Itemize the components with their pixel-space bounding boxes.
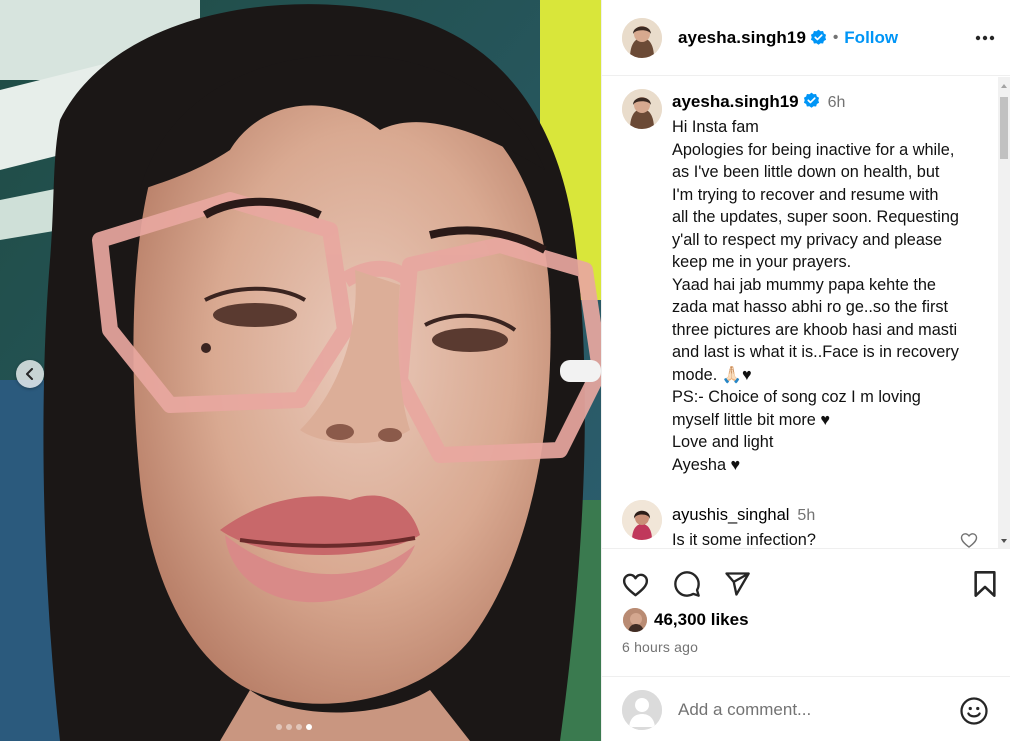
action-icons-row bbox=[622, 569, 998, 599]
caption-line: all the updates, super soon. Requesting bbox=[672, 208, 959, 226]
caption-line: y'all to respect my privacy and please bbox=[672, 230, 943, 249]
scroll-down-arrow-icon[interactable] bbox=[998, 536, 1010, 546]
carousel-dot bbox=[286, 724, 292, 730]
carousel-dot bbox=[276, 724, 282, 730]
heart-icon bbox=[622, 573, 648, 596]
add-comment-input[interactable] bbox=[678, 699, 948, 720]
comment-text: Is it some infection? bbox=[672, 531, 816, 548]
caption-line: keep me in your prayers. bbox=[672, 253, 852, 271]
comment-icon bbox=[674, 571, 700, 597]
caption-text: Hi Insta fam Apologies for being inactiv… bbox=[672, 116, 982, 476]
caption-line: Hi Insta fam bbox=[672, 118, 759, 136]
comment-time[interactable]: 5h bbox=[797, 507, 815, 524]
carousel-dot bbox=[296, 724, 302, 730]
post-caption: ayesha.singh19 6h Hi Insta fam Apologies… bbox=[622, 89, 982, 476]
current-user-avatar bbox=[622, 689, 662, 730]
comments-section[interactable]: ayesha.singh19 6h Hi Insta fam Apologies… bbox=[602, 77, 1010, 548]
caption-line: Ayesha ♥ bbox=[672, 455, 741, 474]
avatar-image bbox=[622, 17, 662, 58]
post-media[interactable] bbox=[0, 0, 601, 741]
post-header: ayesha.singh19 • Follow bbox=[602, 0, 1010, 76]
verified-badge-icon bbox=[803, 92, 819, 108]
caption-line: as I've been little down on health, but bbox=[672, 163, 940, 181]
comments-scrollbar[interactable] bbox=[998, 77, 1010, 548]
avatar-image bbox=[622, 89, 662, 129]
comment-body: ayushis_singhal 5h Is it some infection? bbox=[672, 500, 816, 548]
caption-line: I'm trying to recover and resume with bbox=[672, 185, 939, 204]
caption-header: ayesha.singh19 6h bbox=[672, 89, 982, 116]
caption-line: Apologies for being inactive for a while… bbox=[672, 140, 955, 159]
carousel-indicator bbox=[276, 724, 312, 730]
comment-item: ayushis_singhal 5h Is it some infection? bbox=[622, 500, 987, 548]
emoji-icon[interactable] bbox=[959, 696, 989, 726]
caption-line: three pictures are khoob hasi and masti bbox=[672, 320, 958, 339]
caption-line: PS:- Choice of song coz I m loving bbox=[672, 388, 921, 406]
caption-username[interactable]: ayesha.singh19 bbox=[672, 92, 799, 111]
post-panel: ayesha.singh19 • Follow ayesha.singh19 6… bbox=[601, 0, 1010, 741]
verified-badge-icon bbox=[810, 29, 827, 45]
chevron-left-icon bbox=[26, 368, 33, 380]
comment-username[interactable]: ayushis_singhal bbox=[672, 506, 789, 524]
caption-line: zada mat hasso abhi ro ge..so the first bbox=[672, 298, 949, 316]
header-separator: • bbox=[833, 29, 839, 46]
more-horizontal-icon bbox=[975, 35, 995, 41]
author-avatar[interactable] bbox=[622, 17, 662, 58]
caption-line: Love and light bbox=[672, 433, 774, 451]
caption-author-avatar[interactable] bbox=[622, 89, 662, 129]
bookmark-icon bbox=[974, 571, 996, 597]
add-comment-bar bbox=[602, 676, 1010, 741]
carousel-dot-active bbox=[306, 724, 312, 730]
follow-button[interactable]: Follow bbox=[844, 28, 898, 48]
likes-row[interactable]: 46,300 likes bbox=[622, 607, 749, 633]
avatar-image bbox=[622, 500, 662, 540]
likes-count[interactable]: 46,300 likes bbox=[654, 610, 749, 630]
carousel-prev-button[interactable] bbox=[16, 360, 44, 388]
share-icon bbox=[725, 572, 750, 596]
more-options-button[interactable] bbox=[973, 26, 997, 50]
caption-line: Yaad hai jab mummy papa kehte the bbox=[672, 275, 936, 294]
comment-like-heart-icon[interactable] bbox=[959, 530, 979, 548]
comment-button[interactable] bbox=[672, 569, 702, 599]
caption-line: mode. 🙏🏻♥ bbox=[672, 365, 752, 384]
post-photo bbox=[0, 0, 601, 741]
like-button[interactable] bbox=[620, 569, 650, 599]
caption-line: myself little bit more ♥ bbox=[672, 410, 831, 429]
commenter-avatar[interactable] bbox=[622, 500, 662, 540]
scroll-up-arrow-icon[interactable] bbox=[998, 81, 1010, 91]
post-timestamp[interactable]: 6 hours ago bbox=[622, 639, 698, 655]
liker-avatar bbox=[622, 607, 648, 633]
caption-body: ayesha.singh19 6h Hi Insta fam Apologies… bbox=[672, 89, 982, 476]
scrollbar-thumb[interactable] bbox=[1000, 97, 1008, 159]
post-actions: 46,300 likes 6 hours ago bbox=[602, 548, 1010, 741]
caption-time[interactable]: 6h bbox=[828, 94, 846, 111]
caption-line: and last is what it is..Face is in recov… bbox=[672, 343, 959, 361]
share-button[interactable] bbox=[722, 569, 752, 599]
comment-header: ayushis_singhal 5h bbox=[672, 500, 816, 531]
avatar-placeholder-icon bbox=[622, 689, 662, 730]
save-button[interactable] bbox=[970, 569, 1000, 599]
author-username[interactable]: ayesha.singh19 bbox=[678, 28, 806, 48]
